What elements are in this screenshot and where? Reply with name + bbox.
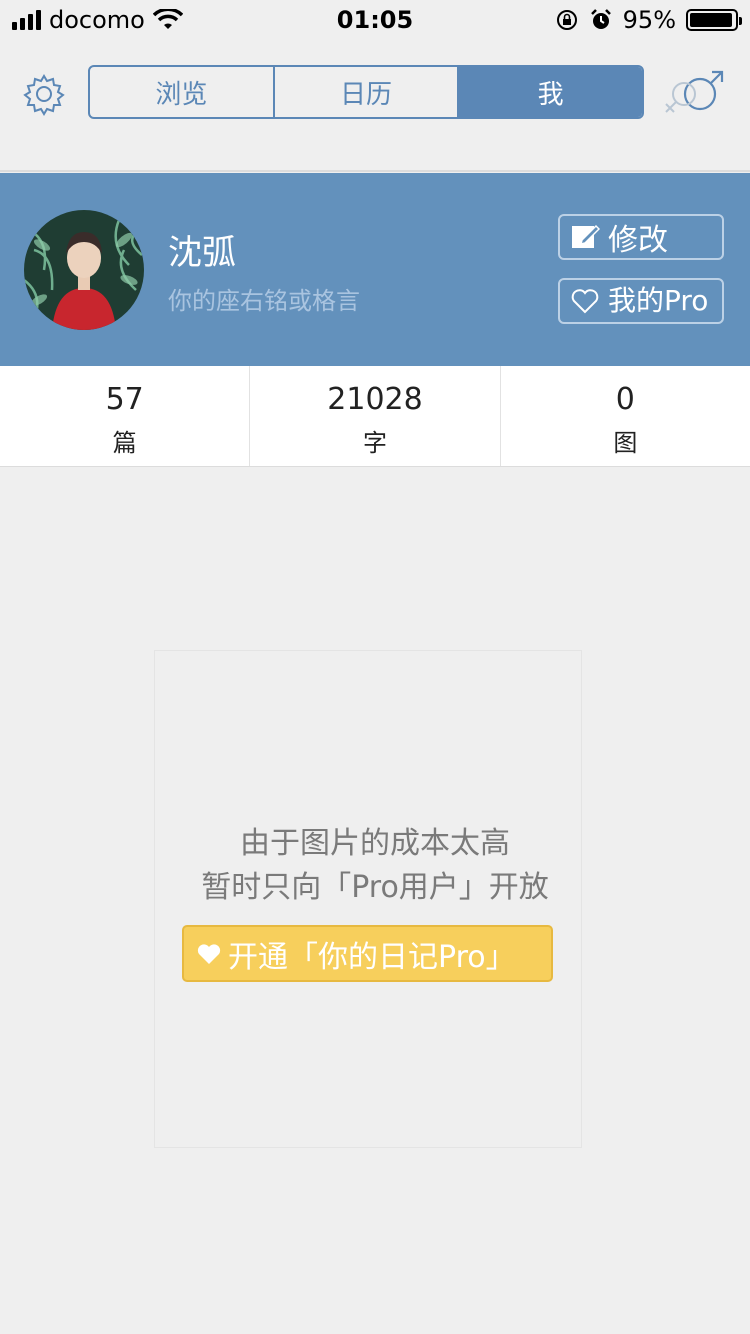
tab-calendar[interactable]: 日历: [275, 67, 460, 117]
rotation-lock-icon: [556, 10, 577, 30]
stat-words-value: 21028: [327, 382, 423, 417]
stat-entries-label: 篇: [112, 429, 137, 457]
alarm-icon: [590, 9, 611, 29]
gender-icon[interactable]: [662, 70, 728, 122]
my-pro-label: 我的Pro: [608, 284, 709, 317]
profile-header: 沈弧 你的座右铭或格言 修改 我的Pro: [0, 173, 750, 366]
edit-icon: [572, 224, 600, 248]
segmented-control: 浏览 日历 我: [88, 65, 644, 119]
stat-images-value: 0: [615, 382, 635, 417]
battery-icon: [686, 9, 742, 31]
tab-me[interactable]: 我: [459, 67, 642, 117]
status-right: 95%: [555, 6, 742, 34]
tab-browse[interactable]: 浏览: [90, 67, 275, 117]
profile-name: 沈弧: [168, 233, 236, 273]
edit-label: 修改: [608, 223, 668, 258]
status-bar: docomo 01:05 95%: [0, 0, 750, 40]
upgrade-pro-label: 开通「你的日记Pro」: [228, 939, 516, 975]
notice-line-1: 由于图片的成本太高: [240, 826, 510, 861]
heart-icon: [197, 943, 221, 964]
top-nav: 浏览 日历 我: [0, 40, 750, 168]
stat-entries[interactable]: 57 篇: [0, 366, 251, 466]
stat-words-label: 字: [362, 429, 387, 457]
my-pro-button[interactable]: 我的Pro: [558, 278, 724, 324]
stat-images-label: 图: [613, 429, 638, 457]
stats-bar: 57 篇 21028 字 0 图: [0, 366, 750, 467]
upgrade-pro-button[interactable]: 开通「你的日记Pro」: [182, 925, 553, 982]
edit-profile-button[interactable]: 修改: [558, 214, 724, 260]
avatar[interactable]: [24, 210, 144, 330]
stat-images[interactable]: 0 图: [501, 366, 750, 466]
gear-icon[interactable]: [22, 72, 66, 116]
heart-outline-icon: [571, 289, 599, 314]
stat-words[interactable]: 21028 字: [250, 366, 501, 466]
battery-percent: 95%: [622, 6, 676, 34]
stat-entries-value: 57: [105, 382, 144, 417]
profile-motto[interactable]: 你的座右铭或格言: [168, 281, 360, 316]
nav-divider: [0, 170, 750, 172]
notice-line-2: 暂时只向「Pro用户」开放: [201, 870, 549, 905]
